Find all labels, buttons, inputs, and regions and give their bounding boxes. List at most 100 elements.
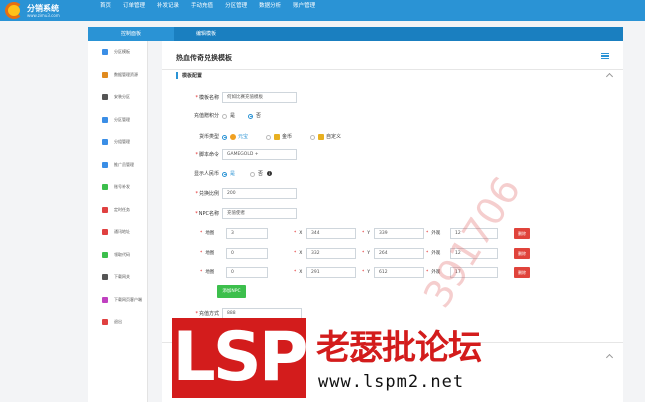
- field-template-name: *模板名称 何如比赛充值模板: [162, 92, 623, 104]
- sidebar-item-label: 定时任务: [114, 206, 130, 212]
- delete-button[interactable]: 删除: [514, 228, 530, 239]
- money-icon: [102, 184, 108, 191]
- sidebar-item-label: 安装分区: [114, 94, 130, 100]
- y-input[interactable]: 264: [374, 248, 424, 259]
- y-input[interactable]: 612: [374, 267, 424, 278]
- sidebar-item-10[interactable]: 下载网关: [88, 266, 147, 289]
- enable-points-yes-radio[interactable]: [222, 113, 227, 119]
- npc-row: * 地图 0 * X 332 * Y 264 * 外观 12 删除: [162, 248, 623, 260]
- brand-logo[interactable]: 分销系统 www.zimu3.com: [5, 1, 87, 20]
- currency-type-label: 货币类型: [198, 134, 219, 140]
- menu-item-analytics[interactable]: 数据分析: [259, 1, 281, 11]
- map-label-text: 地图: [205, 270, 215, 275]
- show-rmb-no-radio[interactable]: [250, 171, 255, 177]
- pencil-icon: [102, 71, 108, 78]
- tab-dashboard[interactable]: 控制面板: [88, 27, 174, 41]
- sidebar-item-6[interactable]: 账号补发: [88, 176, 147, 199]
- currency-gold-radio[interactable]: [266, 134, 271, 140]
- top-menu: 首页 订单管理 补发记录 手动充值 分区管理 数据分析 账户管理: [100, 1, 315, 11]
- currency-yuanbao-radio[interactable]: [222, 134, 227, 140]
- exchange-ratio-input[interactable]: 200: [222, 188, 297, 199]
- script-command-input[interactable]: GAMEGOLD +: [222, 149, 297, 160]
- custom-icon: [318, 134, 324, 140]
- y-label-text: Y: [367, 251, 370, 256]
- watermark-logo: LSP: [172, 318, 306, 398]
- gift-icon: [102, 251, 108, 258]
- sidebar-item-12[interactable]: 退出: [88, 311, 147, 334]
- sidebar-item-label: 数据管理资源: [114, 71, 138, 77]
- map-input[interactable]: 3: [226, 228, 268, 239]
- sidebar-item-4[interactable]: 分组管理: [88, 131, 147, 154]
- sidebar-item-label: 分区管理: [114, 116, 130, 122]
- enable-points-no-radio[interactable]: [248, 113, 253, 119]
- tab-edit-template[interactable]: 编辑模板: [174, 27, 623, 41]
- menu-item-orders[interactable]: 订单管理: [123, 1, 145, 11]
- menu-item-manual-recharge[interactable]: 手动充值: [191, 1, 213, 11]
- sidebar-item-label: 下载网页客户端: [114, 296, 142, 302]
- y-input[interactable]: 339: [374, 228, 424, 239]
- map-input[interactable]: 0: [226, 267, 268, 278]
- add-npc-button[interactable]: 添加NPC: [217, 285, 246, 298]
- map-label: * 地图: [200, 267, 214, 279]
- sidebar-item-2[interactable]: 安装分区: [88, 86, 147, 109]
- x-input[interactable]: 332: [306, 248, 356, 259]
- menu-item-home[interactable]: 首页: [100, 1, 111, 11]
- gold-icon: [274, 134, 280, 140]
- script-command-label: *脚本命令: [195, 152, 219, 158]
- currency-custom-radio[interactable]: [310, 134, 315, 140]
- x-label-text: X: [299, 231, 303, 236]
- show-rmb-label: 显示人民币: [193, 171, 219, 177]
- page-title: 热血传奇兑换模板: [176, 54, 232, 62]
- map-label: * 地图: [200, 228, 214, 240]
- x-label: * X: [294, 228, 302, 240]
- sidebar-item-3[interactable]: 分区管理: [88, 109, 147, 132]
- sidebar-item-8[interactable]: 通讯地址: [88, 221, 147, 244]
- required-mark: *: [294, 231, 297, 236]
- watermark-name: 老瑟批论坛: [316, 328, 482, 368]
- show-rmb-yes-radio[interactable]: [222, 171, 227, 177]
- show-rmb-yes-label: 是: [230, 171, 236, 177]
- section-title: 模板配置: [176, 72, 202, 79]
- delete-button[interactable]: 删除: [514, 248, 530, 259]
- sidebar-item-label: 分组管理: [114, 139, 130, 145]
- sidebar-item-label: 通讯地址: [114, 229, 130, 235]
- x-label: * X: [294, 267, 302, 279]
- y-label-text: Y: [367, 270, 370, 275]
- required-mark: *: [294, 270, 297, 275]
- info-icon[interactable]: i: [267, 171, 272, 176]
- sidebar-item-label: 账号补发: [114, 184, 130, 190]
- sidebar-item-1[interactable]: 数据管理资源: [88, 64, 147, 87]
- gem-icon: [102, 296, 108, 303]
- menu-toggle-icon[interactable]: [601, 53, 609, 59]
- menu-item-resend[interactable]: 补发记录: [157, 1, 179, 11]
- collapse-up-icon[interactable]: [605, 72, 614, 81]
- pin-icon: [102, 229, 108, 236]
- npc-name-input[interactable]: 充值使者: [222, 208, 297, 219]
- brand-subtitle: www.zimu3.com: [27, 13, 60, 18]
- map-label-text: 地图: [205, 231, 215, 236]
- template-name-input[interactable]: 何如比赛充值模板: [222, 92, 297, 103]
- sidebar-item-7[interactable]: 定时任务: [88, 199, 147, 222]
- sidebar-item-11[interactable]: 下载网页客户端: [88, 289, 147, 312]
- delete-button[interactable]: 删除: [514, 267, 530, 278]
- tab-bar: 控制面板 编辑模板: [88, 27, 623, 41]
- map-input[interactable]: 0: [226, 248, 268, 259]
- field-npc-name: *NPC名称 充值使者: [162, 208, 623, 220]
- sidebar-item-label: 退出: [114, 319, 122, 325]
- menu-item-account[interactable]: 账户管理: [293, 1, 315, 11]
- required-mark: *: [362, 270, 365, 275]
- exchange-ratio-label: *兑换比例: [195, 191, 219, 197]
- menu-item-zones[interactable]: 分区管理: [225, 1, 247, 11]
- sidebar-item-9[interactable]: 领取代码: [88, 244, 147, 267]
- x-input[interactable]: 291: [306, 267, 356, 278]
- collapse-up-icon-2[interactable]: [605, 353, 614, 362]
- sidebar-item-0[interactable]: 分区模板: [88, 41, 147, 64]
- x-input[interactable]: 344: [306, 228, 356, 239]
- document-icon: [102, 139, 108, 146]
- required-mark: *: [426, 231, 429, 236]
- sidebar-item-5[interactable]: 推广员管理: [88, 154, 147, 177]
- required-mark: *: [294, 251, 297, 256]
- logo-mark-icon: [5, 2, 23, 19]
- field-show-rmb: 显示人民币 是 否 i: [162, 168, 623, 180]
- field-exchange-ratio: *兑换比例 200: [162, 188, 623, 200]
